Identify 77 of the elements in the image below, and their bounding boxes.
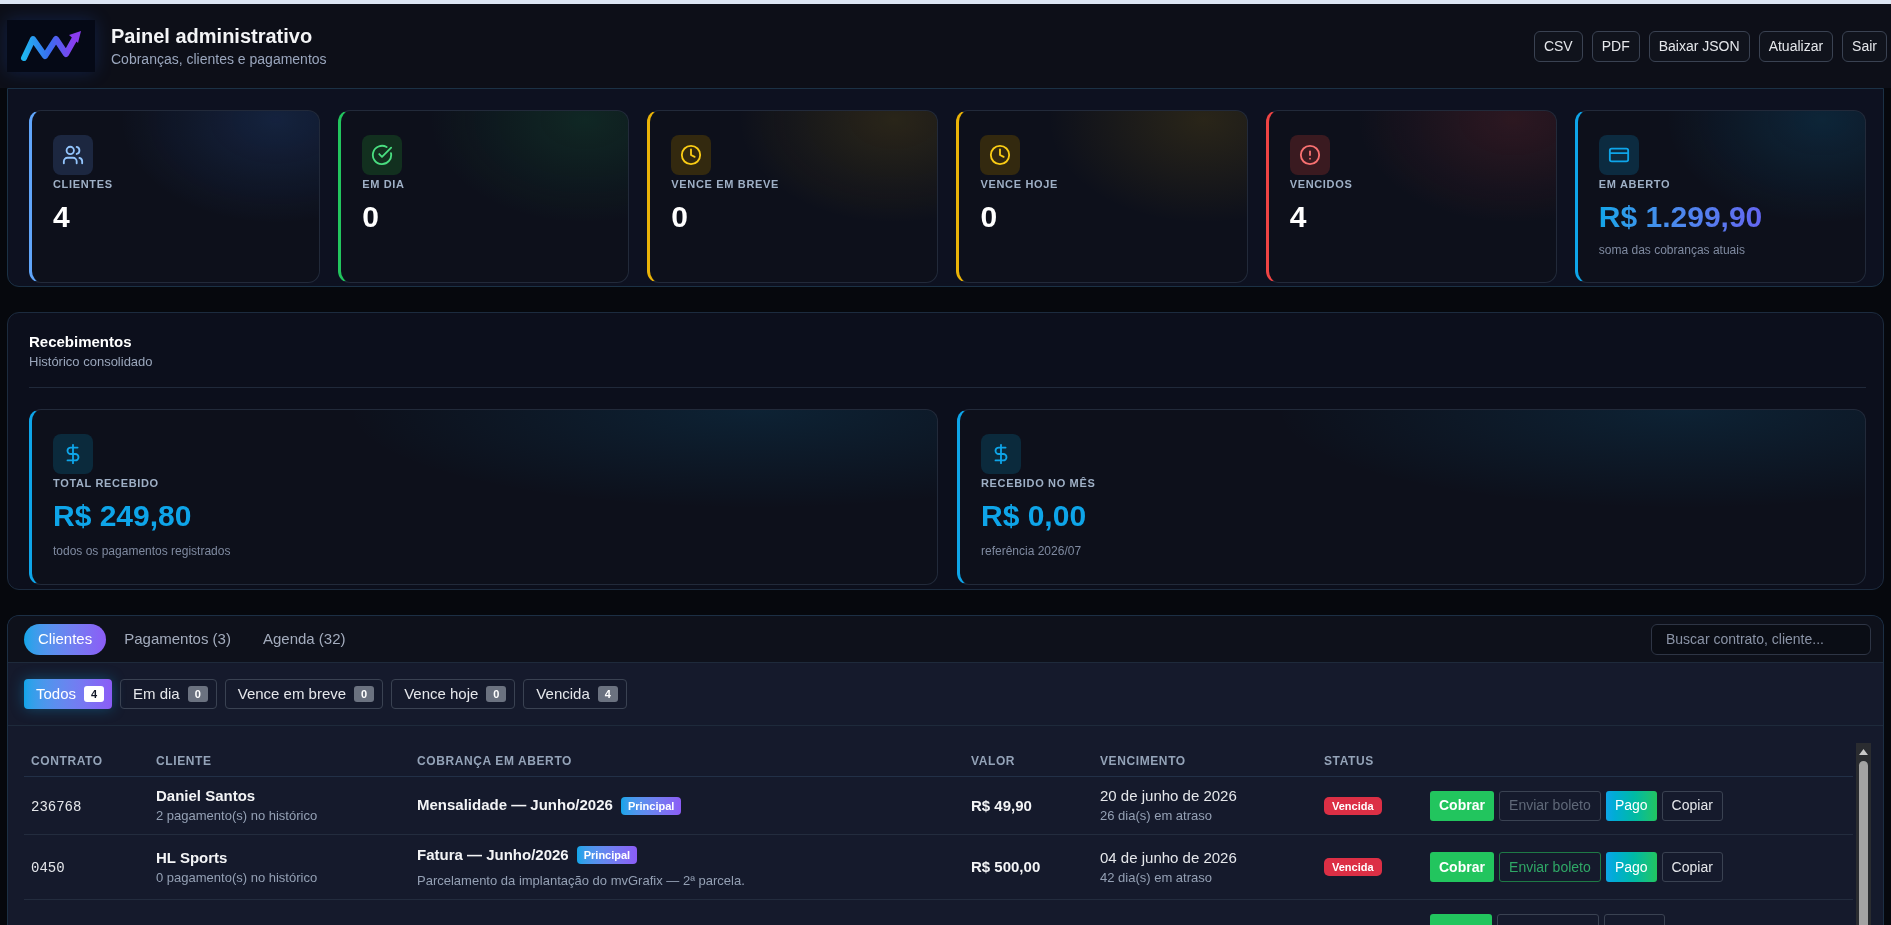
- stat-value: 0: [362, 199, 380, 235]
- scrollbar-thumb[interactable]: [1859, 761, 1868, 925]
- charge-title: Mensalidade — Junho/2026: [417, 795, 613, 816]
- copy-button[interactable]: Copiar: [1661, 790, 1723, 821]
- toolbar-button[interactable]: CSV: [1533, 30, 1583, 62]
- copy-button[interactable]: Copiar: [1661, 852, 1723, 882]
- column-header: COBRANÇA EM ABERTO: [417, 753, 573, 768]
- due-date: 04 de junho de 2026: [1100, 847, 1238, 868]
- status-badge: Vencida: [1324, 858, 1382, 876]
- count-badge: 0: [486, 686, 507, 702]
- stat-label: RECEBIDO NO MÊS: [981, 476, 1097, 491]
- stat-value: R$ 249,80: [53, 498, 193, 534]
- filter-chip[interactable]: Vence hoje 0: [391, 679, 516, 709]
- stat-note: soma das cobranças atuais: [1598, 242, 1746, 259]
- stat-label: VENCE HOJE: [980, 177, 1059, 192]
- column-header: VENCIMENTO: [1100, 753, 1186, 768]
- scrollbar[interactable]: [1856, 743, 1871, 925]
- charge-tag: Principal: [620, 796, 682, 815]
- charge-title: Fatura — Junho/2026: [417, 844, 569, 865]
- charge-description: Parcelamento da implantação do mvGrafix — 2ª parcela.: [417, 872, 746, 890]
- credit-card-icon: [1598, 135, 1639, 175]
- contract-number: 236768: [31, 798, 82, 815]
- column-header: CONTRATO: [31, 753, 103, 768]
- stat-value: 4: [53, 199, 71, 235]
- scroll-up-arrow-icon[interactable]: [1859, 749, 1868, 755]
- count-badge: 0: [187, 686, 208, 702]
- stat-note: todos os pagamentos registrados: [53, 543, 232, 560]
- stat-note: referência 2026/07: [981, 543, 1083, 560]
- stat-label: VENCIDOS: [1289, 177, 1354, 192]
- toolbar-button[interactable]: Sair: [1842, 30, 1887, 62]
- payment-count: 2 pagamento(s) no histórico: [156, 807, 319, 825]
- stat-value: 4: [1289, 199, 1308, 235]
- stat-label: EM ABERTO: [1598, 177, 1672, 192]
- dollar-sign-icon: [53, 434, 93, 474]
- send-boleto-button[interactable]: Enviar boleto: [1498, 852, 1601, 882]
- contract-number: 0450: [31, 860, 65, 876]
- count-badge: 0: [354, 686, 375, 702]
- column-header: CLIENTE: [156, 753, 212, 768]
- filter-chip[interactable]: Todos 4: [24, 679, 113, 709]
- clock-icon: [980, 135, 1021, 175]
- section-subtitle: Histórico consolidado: [29, 353, 154, 371]
- stat-value: R$ 0,00: [981, 498, 1088, 534]
- status-badge: Vencida: [1324, 796, 1382, 815]
- toolbar-button[interactable]: Baixar JSON: [1648, 30, 1750, 62]
- overdue-days: 26 dia(s) em atraso: [1100, 807, 1310, 825]
- count-badge: 4: [84, 686, 105, 702]
- count-badge: 4: [597, 686, 618, 702]
- stat-label: TOTAL RECEBIDO: [53, 476, 160, 491]
- app-subtitle: Cobranças, clientes e pagamentos: [111, 50, 327, 69]
- amount: R$ 49,90: [971, 796, 1032, 814]
- column-header: VALOR: [971, 753, 1016, 768]
- stat-label: EM DIA: [362, 177, 406, 192]
- stat-value: 0: [671, 199, 689, 235]
- stat-label: CLIENTES: [53, 177, 114, 192]
- toolbar-button[interactable]: Atualizar: [1758, 30, 1834, 62]
- client-name: HL Sports: [156, 847, 229, 868]
- filter-chip[interactable]: Em dia 0: [120, 679, 217, 709]
- column-header: STATUS: [1324, 753, 1374, 768]
- amount: R$ 500,00: [971, 858, 1041, 875]
- users-icon: [53, 135, 93, 175]
- search-field[interactable]: Buscar contrato, cliente...: [1651, 623, 1871, 655]
- stat-label: VENCE EM BREVE: [671, 177, 780, 192]
- filter-chip[interactable]: Vencida 4: [523, 679, 627, 709]
- app-title: Painel administrativo: [111, 24, 314, 49]
- overdue-days: 42 dia(s) em atraso: [1100, 868, 1310, 887]
- due-date: 20 de junho de 2026: [1100, 786, 1238, 806]
- dollar-sign-icon: [981, 434, 1021, 474]
- client-name: Daniel Santos: [156, 786, 257, 806]
- charge-tag: Principal: [576, 846, 638, 864]
- filter-chip[interactable]: Vence em breve 0: [224, 679, 384, 709]
- stat-value: 0: [980, 199, 999, 235]
- tab[interactable]: Agenda (32): [248, 623, 360, 655]
- toolbar-button[interactable]: PDF: [1591, 30, 1640, 62]
- clock-icon: [671, 135, 712, 175]
- payment-count: 0 pagamento(s) no histórico: [156, 868, 319, 887]
- section-title: Recebimentos: [29, 332, 133, 352]
- tab[interactable]: Pagamentos (3): [110, 623, 245, 655]
